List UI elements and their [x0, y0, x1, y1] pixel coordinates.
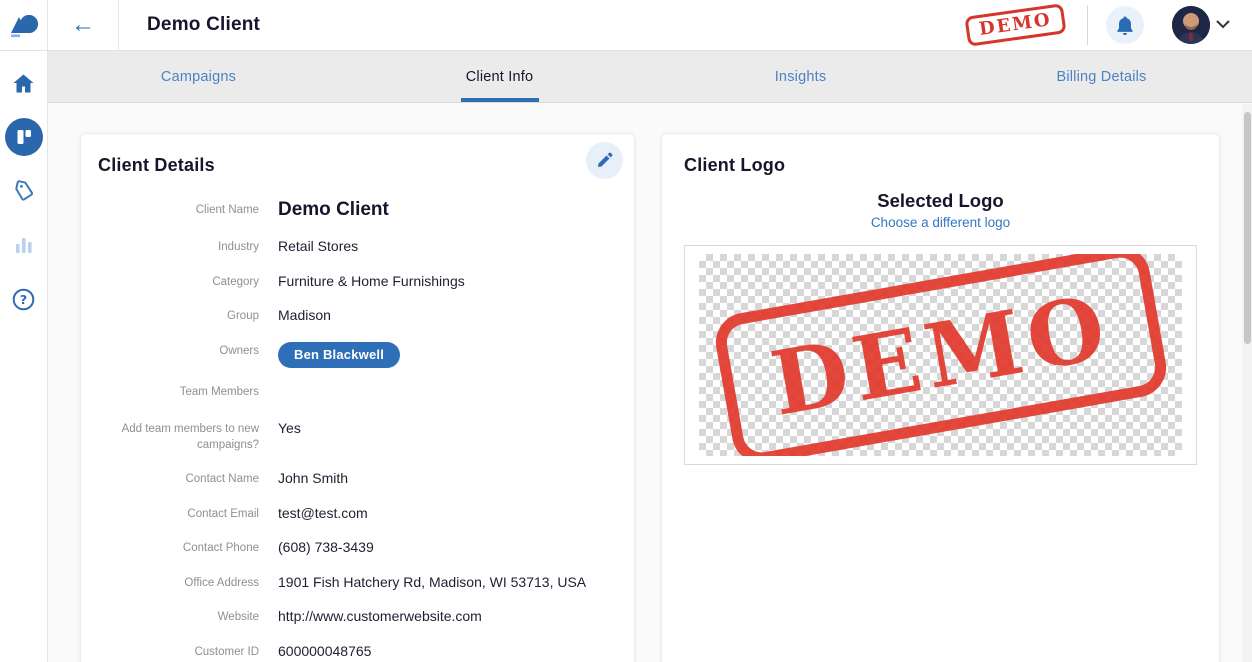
tab-billing-details[interactable]: Billing Details: [951, 51, 1252, 102]
detail-row: CategoryFurniture & Home Furnishings: [81, 271, 634, 291]
detail-row-value: Ben Blackwell: [278, 340, 400, 368]
detail-row-label: Industry: [81, 236, 278, 256]
detail-row: OwnersBen Blackwell: [81, 340, 634, 368]
detail-row-value: Madison: [278, 305, 331, 325]
sidebar-item-reports[interactable]: [5, 226, 43, 264]
detail-row-value: 1901 Fish Hatchery Rd, Madison, WI 53713…: [278, 572, 586, 592]
choose-different-logo-link[interactable]: Choose a different logo: [662, 215, 1219, 230]
detail-row: Websitehttp://www.customerwebsite.com: [81, 606, 634, 626]
tab-insights-label: Insights: [775, 69, 827, 85]
demo-logo-stamp: DEMO: [711, 254, 1171, 456]
detail-row: GroupMadison: [81, 305, 634, 325]
detail-row-label: Add team members to new campaigns?: [81, 418, 278, 453]
detail-row-value: Furniture & Home Furnishings: [278, 271, 465, 291]
detail-row-value: Retail Stores: [278, 236, 358, 256]
left-arrow-icon: ←: [71, 13, 95, 37]
tab-billing-details-label: Billing Details: [1056, 69, 1146, 85]
tab-campaigns[interactable]: Campaigns: [48, 51, 349, 102]
detail-row: Contact Emailtest@test.com: [81, 503, 634, 523]
tab-campaigns-label: Campaigns: [161, 69, 236, 85]
demo-stamp-badge: DEMO: [964, 3, 1066, 46]
detail-row: Contact NameJohn Smith: [81, 468, 634, 488]
scrollbar-track[interactable]: [1242, 104, 1252, 662]
page-title: Demo Client: [147, 14, 260, 36]
tab-client-info-label: Client Info: [466, 69, 534, 85]
selected-logo-heading: Selected Logo: [662, 190, 1219, 212]
detail-row-value: http://www.customerwebsite.com: [278, 606, 482, 626]
transparency-checkerboard: DEMO: [699, 254, 1182, 456]
detail-row-label: Contact Name: [81, 468, 278, 488]
tag-icon: [13, 180, 35, 202]
help-icon: ?: [12, 288, 35, 311]
content-area: Client Details Client NameDemo ClientInd…: [48, 104, 1252, 662]
client-tabs: Campaigns Client Info Insights Billing D…: [48, 51, 1252, 103]
detail-row-label: Website: [81, 606, 278, 626]
header-divider: [1087, 5, 1088, 45]
detail-row: Contact Phone(608) 738-3439: [81, 537, 634, 557]
detail-row-label: Customer ID: [81, 641, 278, 661]
client-logo-card: Client Logo Selected Logo Choose a diffe…: [661, 133, 1220, 662]
back-button[interactable]: ←: [48, 0, 119, 50]
detail-row-label: Contact Email: [81, 503, 278, 523]
tab-insights[interactable]: Insights: [650, 51, 951, 102]
bar-chart-icon: [14, 236, 34, 254]
sidebar-item-dashboard[interactable]: [5, 118, 43, 156]
detail-row-value: Yes: [278, 418, 301, 453]
chevron-down-icon: [1216, 20, 1230, 29]
notifications-button[interactable]: [1106, 6, 1144, 44]
detail-row-value: John Smith: [278, 468, 348, 488]
sidebar-item-home[interactable]: [5, 64, 43, 102]
client-details-rows: Client NameDemo ClientIndustryRetail Sto…: [81, 199, 634, 660]
sidebar-item-tags[interactable]: [5, 172, 43, 210]
tab-client-info[interactable]: Client Info: [349, 51, 650, 102]
detail-row: IndustryRetail Stores: [81, 236, 634, 256]
svg-text:?: ?: [20, 292, 27, 307]
detail-row-label: Contact Phone: [81, 537, 278, 557]
logo-preview-frame: DEMO: [684, 245, 1197, 465]
user-avatar-image: [1172, 6, 1210, 44]
user-avatar[interactable]: [1172, 6, 1210, 44]
scrollbar-thumb[interactable]: [1244, 112, 1251, 344]
detail-row: Customer ID600000048765: [81, 641, 634, 661]
account-menu-chevron[interactable]: [1216, 16, 1230, 34]
dashboard-icon: [14, 127, 34, 147]
detail-row-label: Owners: [81, 340, 278, 368]
detail-row-value: test@test.com: [278, 503, 368, 523]
detail-row-label: Client Name: [81, 199, 278, 221]
detail-row: Office Address1901 Fish Hatchery Rd, Mad…: [81, 572, 634, 592]
pencil-icon: [596, 152, 613, 169]
detail-row: Add team members to new campaigns?Yes: [81, 418, 634, 453]
active-tab-underline: [461, 98, 539, 102]
app-header: ← Demo Client DEMO: [0, 0, 1252, 51]
sidebar-item-help[interactable]: ?: [5, 280, 43, 318]
app-logo-icon: [9, 12, 39, 39]
client-details-card: Client Details Client NameDemo ClientInd…: [80, 133, 635, 662]
owner-chip[interactable]: Ben Blackwell: [278, 342, 400, 368]
detail-row: Client NameDemo Client: [81, 199, 634, 221]
detail-row-label: Category: [81, 271, 278, 291]
detail-row-value: (608) 738-3439: [278, 537, 374, 557]
detail-row-value: 600000048765: [278, 641, 371, 661]
main-sidebar: ?: [0, 51, 48, 662]
detail-row-label: Office Address: [81, 572, 278, 592]
home-icon: [13, 74, 34, 93]
detail-row-value: Demo Client: [278, 199, 389, 221]
client-logo-title: Client Logo: [684, 155, 1219, 176]
notification-bell-icon: [1115, 15, 1135, 36]
client-details-title: Client Details: [98, 155, 634, 176]
edit-client-button[interactable]: [586, 142, 623, 179]
detail-row-label: Team Members: [81, 381, 278, 401]
detail-row-label: Group: [81, 305, 278, 325]
detail-row: Team Members: [81, 381, 634, 401]
app-logo[interactable]: [0, 0, 48, 50]
